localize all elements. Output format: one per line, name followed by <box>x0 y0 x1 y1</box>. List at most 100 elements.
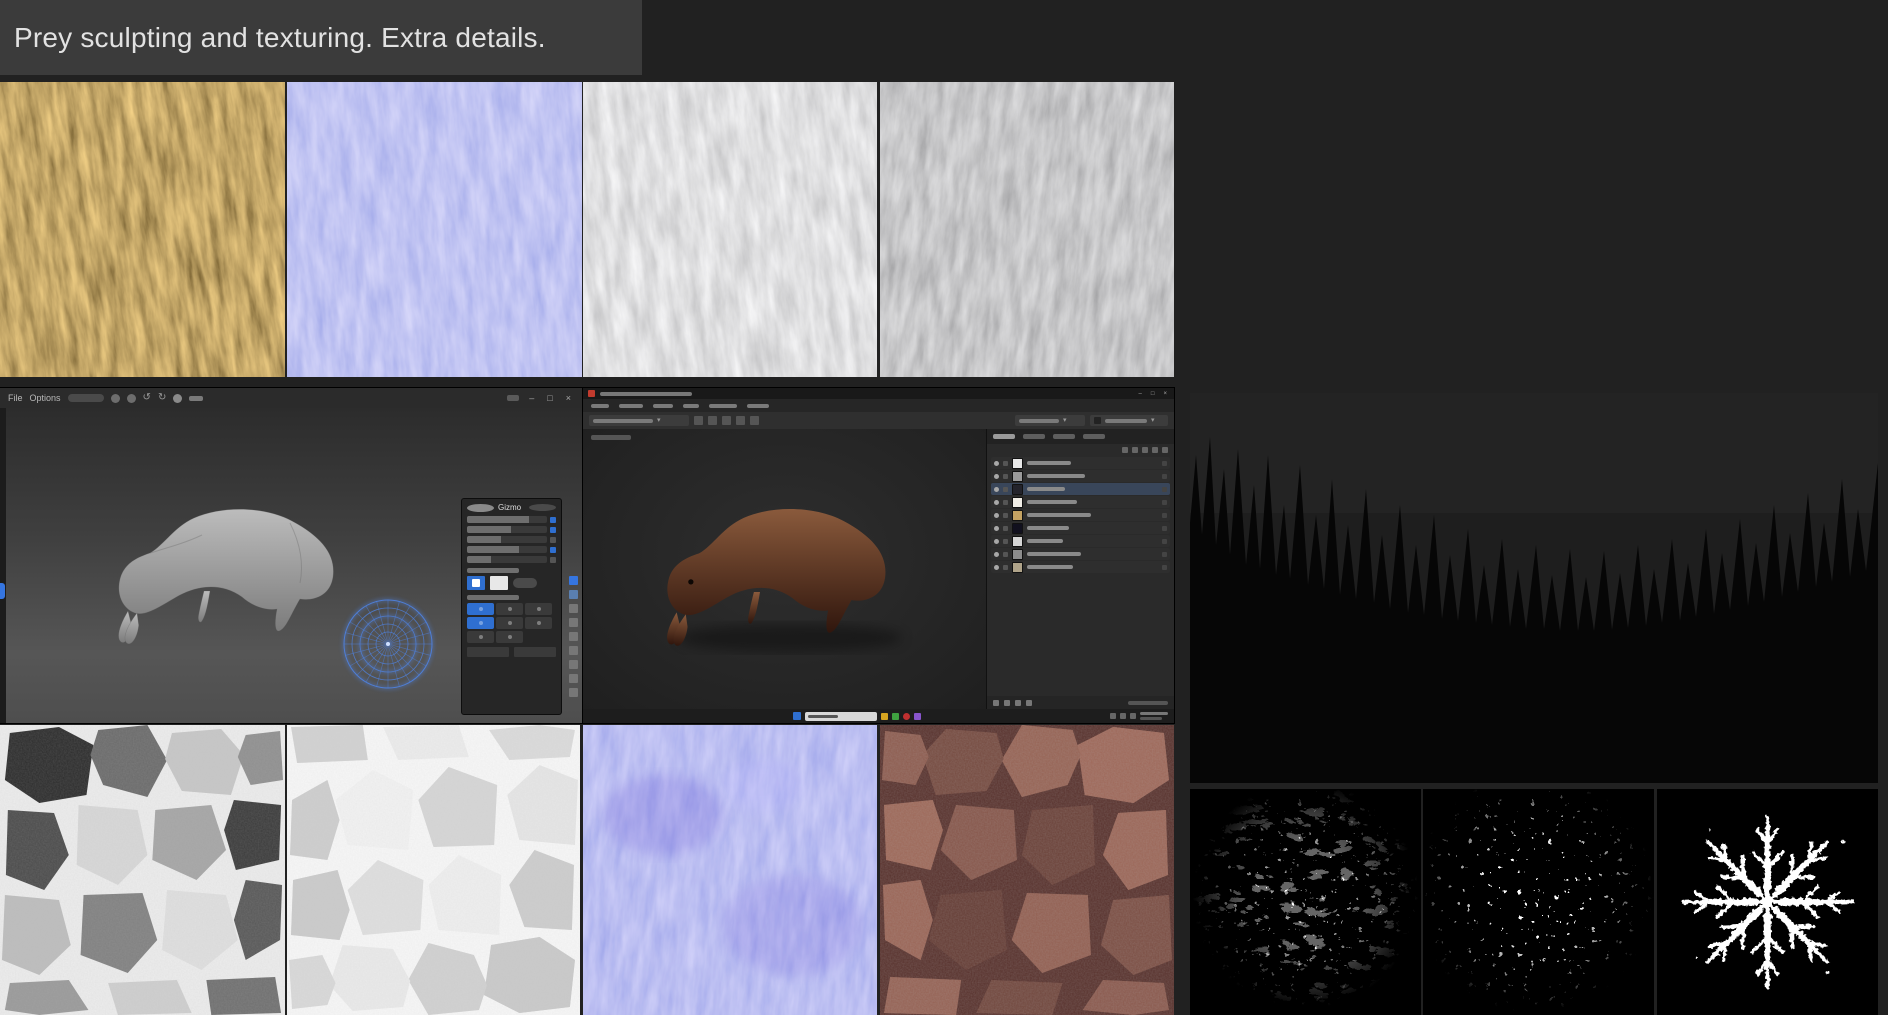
tile-fur-gray-light[interactable] <box>583 82 877 377</box>
tile-fur-gray-dark[interactable] <box>880 82 1174 377</box>
layer-row[interactable] <box>991 457 1170 469</box>
camera-icon[interactable] <box>110 393 120 403</box>
layer-row[interactable] <box>991 548 1170 560</box>
layer-row[interactable] <box>991 561 1170 573</box>
gear-icon[interactable] <box>529 504 556 511</box>
tab-layers[interactable] <box>993 434 1015 439</box>
zbrush-viewport[interactable]: Gizmo <box>0 408 582 723</box>
undo-icon[interactable]: ↺ <box>143 393 151 403</box>
tool-icon[interactable] <box>736 416 745 425</box>
zbrush-menu-file[interactable]: File <box>8 393 23 403</box>
footer-icon[interactable] <box>1004 699 1010 706</box>
brush-button[interactable] <box>525 617 552 629</box>
user-icon[interactable] <box>173 393 183 403</box>
texturing-app-window-screenshot[interactable]: – □ × ▾ ▾ ▾ <box>583 388 1174 723</box>
status-icon[interactable] <box>1130 713 1136 719</box>
alpha-button-active[interactable] <box>467 576 485 590</box>
mixer-viewport[interactable] <box>583 429 986 709</box>
menu-item[interactable] <box>619 403 643 408</box>
tile-fur-albedo-brown[interactable] <box>0 82 285 377</box>
tool-icon[interactable] <box>750 416 759 425</box>
brush-button-active[interactable] <box>467 617 494 629</box>
brush-button[interactable] <box>467 631 494 643</box>
tool-icon[interactable] <box>722 416 731 425</box>
menu-item[interactable] <box>653 403 673 408</box>
shelf-icon[interactable] <box>569 646 578 655</box>
wide-button[interactable] <box>467 647 509 657</box>
caption-bar[interactable]: Prey sculpting and texturing. Extra deta… <box>0 0 642 75</box>
shelf-icon[interactable] <box>569 674 578 683</box>
filter-icon[interactable] <box>1152 447 1158 453</box>
footer-icon[interactable] <box>993 699 999 706</box>
search-field[interactable] <box>805 711 877 721</box>
brush-button[interactable] <box>496 631 523 643</box>
flag-green-icon[interactable] <box>892 712 899 720</box>
slider-row[interactable] <box>467 516 556 523</box>
slider-row[interactable] <box>467 526 556 533</box>
shelf-icon[interactable] <box>569 632 578 641</box>
viewport-mode-dropdown[interactable] <box>591 435 631 440</box>
tile-fur-normal-map[interactable] <box>287 82 582 377</box>
layer-row[interactable] <box>991 535 1170 547</box>
mixer-minimize-button[interactable]: – <box>1137 391 1144 397</box>
footer-icon[interactable] <box>1015 699 1021 706</box>
layer-row-selected[interactable] <box>991 483 1170 495</box>
menu-item[interactable] <box>747 403 769 408</box>
shelf-icon[interactable] <box>569 618 578 627</box>
tile-normal-map-detail[interactable] <box>583 725 877 1015</box>
tab[interactable] <box>1083 434 1105 439</box>
mixer-close-button[interactable]: × <box>1161 391 1169 397</box>
brush-button[interactable] <box>496 603 523 615</box>
zbrush-close-button[interactable]: × <box>563 393 574 403</box>
add-folder-icon[interactable] <box>1132 447 1138 453</box>
zbrush-window-screenshot[interactable]: File Options ↺ ↻ – □ × Gizmo <box>0 388 582 723</box>
tile-patches-light[interactable] <box>287 725 580 1015</box>
zbrush-menu-options[interactable]: Options <box>30 393 61 403</box>
flag-purple-icon[interactable] <box>914 712 921 720</box>
alpha-button[interactable] <box>490 576 508 590</box>
tab[interactable] <box>1023 434 1045 439</box>
add-layer-icon[interactable] <box>1122 447 1128 453</box>
tool-icon[interactable] <box>694 416 703 425</box>
zbrush-left-tab[interactable] <box>0 583 5 599</box>
brush-button[interactable] <box>525 603 552 615</box>
tab[interactable] <box>1053 434 1075 439</box>
stroke-pill-button[interactable] <box>513 578 537 588</box>
menu-item[interactable] <box>683 403 699 408</box>
brush-button[interactable] <box>496 617 523 629</box>
zbrush-maximize-button[interactable]: □ <box>544 393 555 403</box>
material-type-dropdown[interactable]: ▾ <box>589 415 689 426</box>
menu-item[interactable] <box>591 403 609 408</box>
tile-alpha-scratch[interactable] <box>1190 789 1421 1015</box>
resolution-dropdown[interactable]: ▾ <box>1015 415 1085 426</box>
mask-icon[interactable] <box>1142 447 1148 453</box>
tile-patches-dark-red[interactable] <box>880 725 1174 1015</box>
shelf-icon[interactable] <box>569 688 578 697</box>
layer-row[interactable] <box>991 496 1170 508</box>
shelf-icon[interactable] <box>569 604 578 613</box>
tile-forest-silhouette[interactable] <box>1190 393 1878 783</box>
mixer-maximize-button[interactable]: □ <box>1149 391 1157 397</box>
status-blue-icon[interactable] <box>793 712 801 720</box>
flag-yellow-icon[interactable] <box>881 712 888 720</box>
slider-row[interactable] <box>467 556 556 563</box>
shelf-icon[interactable] <box>569 590 578 599</box>
lighting-dropdown[interactable]: ▾ <box>1090 415 1168 426</box>
slider-row[interactable] <box>467 546 556 553</box>
slider-row[interactable] <box>467 536 556 543</box>
tile-alpha-snowflake[interactable] <box>1657 789 1878 1015</box>
zbrush-brush-panel[interactable]: Gizmo <box>461 498 562 715</box>
zbrush-minimize-button[interactable]: – <box>526 393 537 403</box>
tile-alpha-spray[interactable] <box>1423 789 1654 1015</box>
material-icon[interactable] <box>126 393 136 403</box>
delete-icon[interactable] <box>1162 447 1168 453</box>
menu-item[interactable] <box>709 403 737 408</box>
view-options-icon[interactable] <box>507 395 520 401</box>
layer-row[interactable] <box>991 470 1170 482</box>
status-icon[interactable] <box>1110 713 1116 719</box>
footer-icon[interactable] <box>1026 699 1032 706</box>
more-menu[interactable] <box>189 395 204 401</box>
brush-button-active[interactable] <box>467 603 494 615</box>
record-red-icon[interactable] <box>903 712 910 720</box>
opacity-slider[interactable] <box>1128 700 1168 705</box>
